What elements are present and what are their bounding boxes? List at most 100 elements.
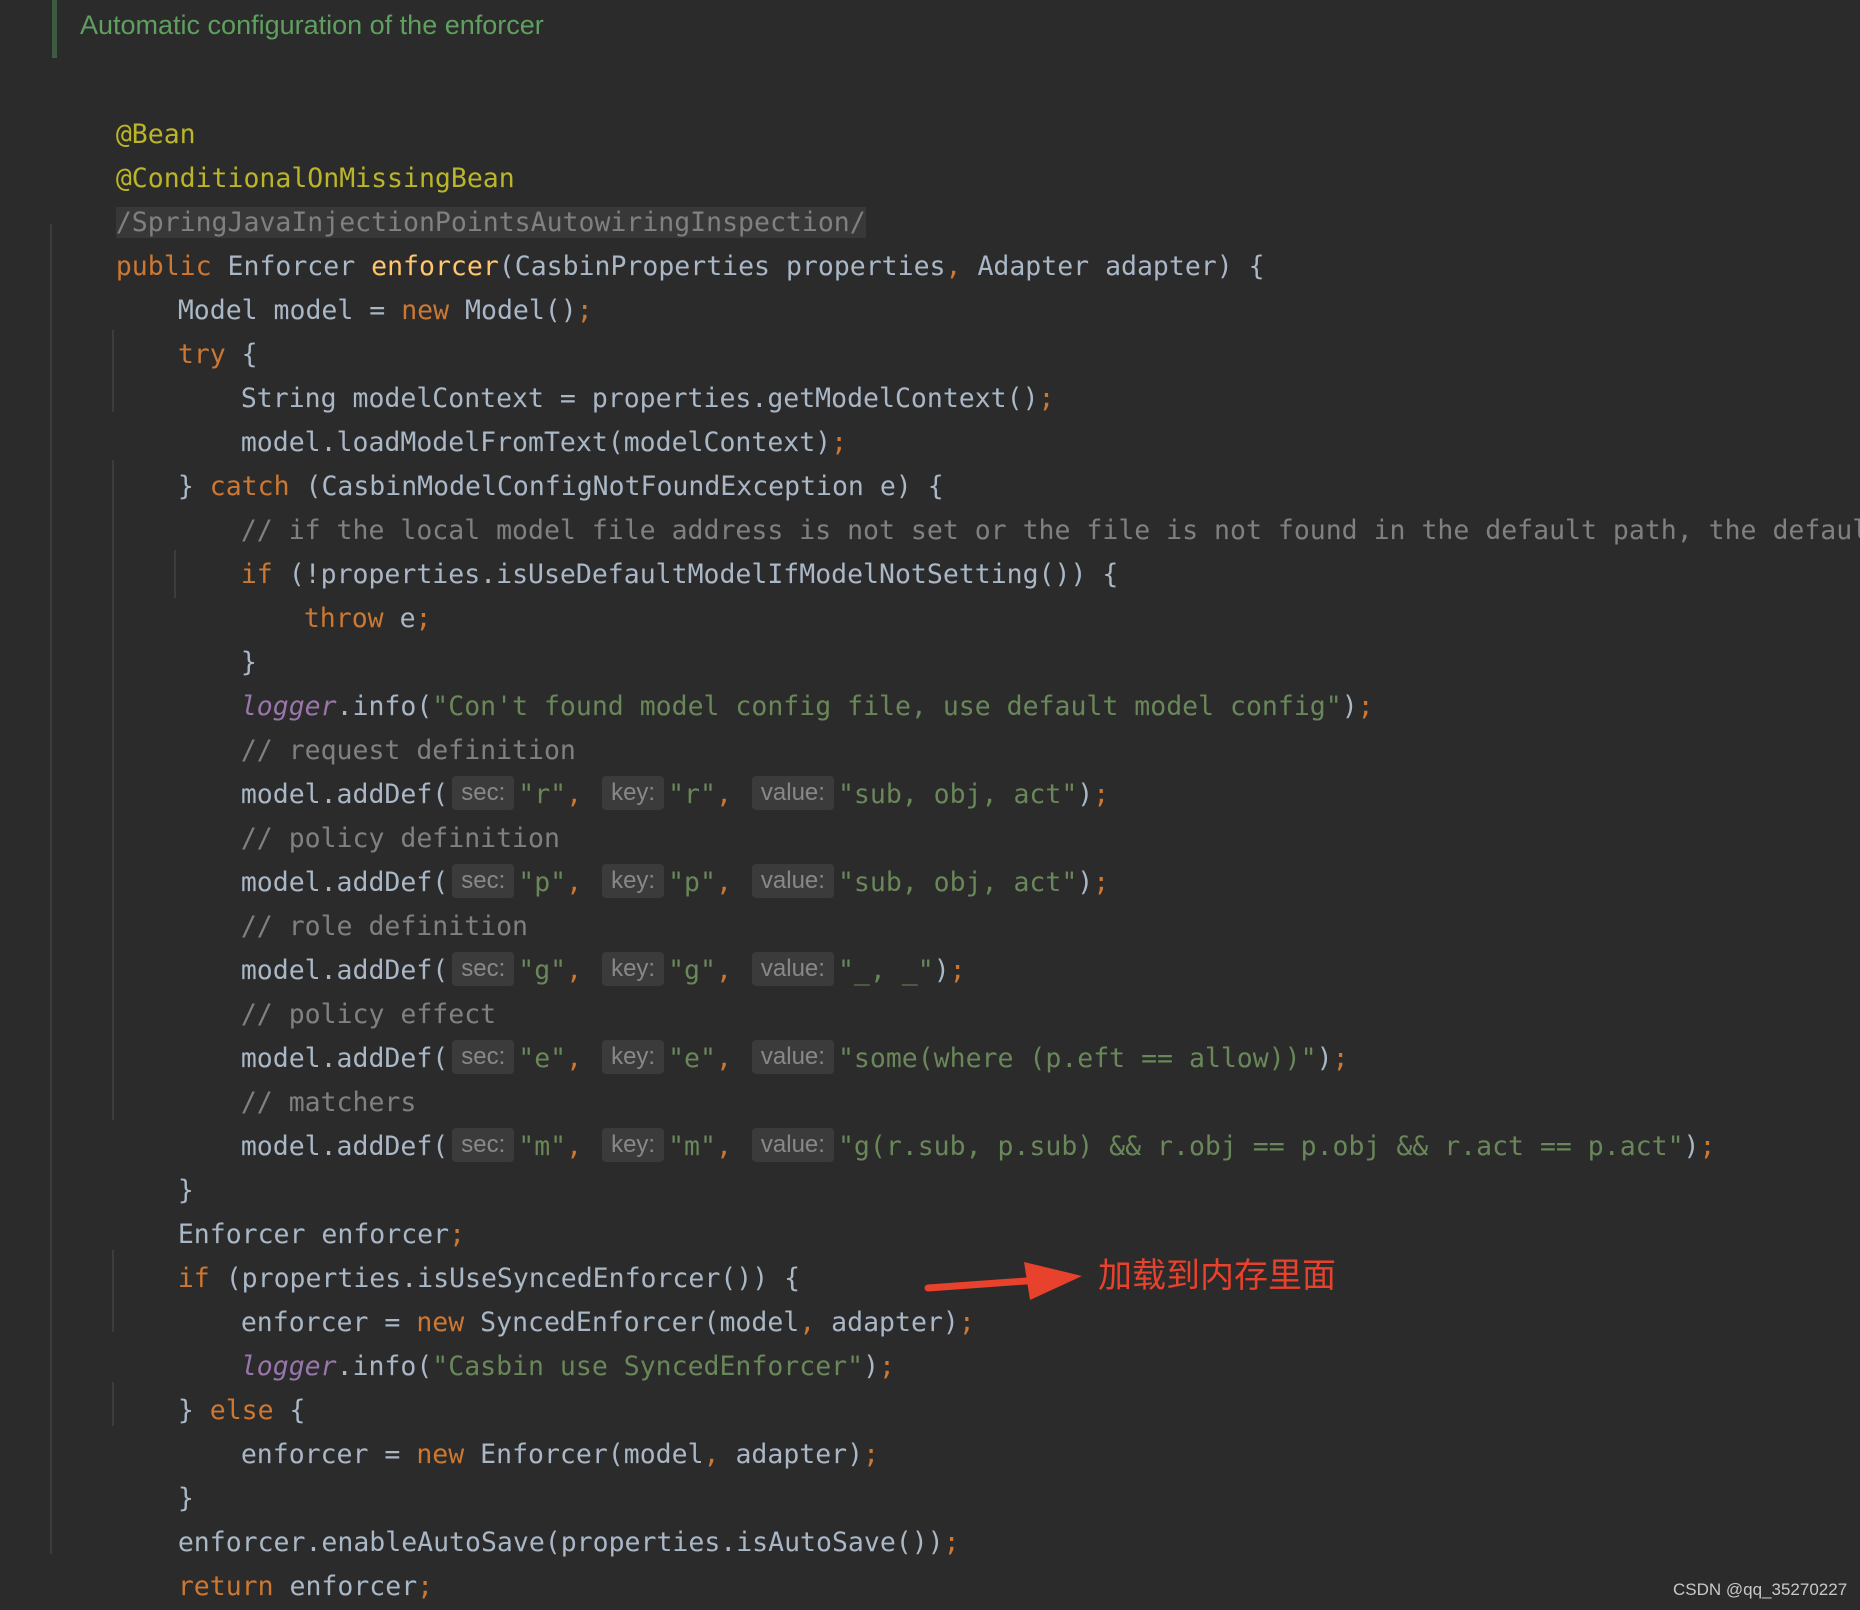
code-line: String modelContext = properties.getMode… [177, 333, 1055, 414]
code-text: enforcer = [240, 1439, 417, 1470]
doc-comment-bar [52, 0, 57, 58]
indent-guide [112, 460, 114, 1120]
code-line: enforcer = new SyncedEnforcer(model, ada… [177, 1257, 975, 1338]
code-line: model.addDef(sec: "e", key: "e", value: "so… [177, 993, 1349, 1074]
code-text: model.addDef( [240, 1131, 449, 1162]
parameter-hint: value: [751, 1040, 834, 1074]
code-line: @ConditionalOnMissingBean [52, 113, 515, 194]
code-line: model.loadModelFromText(modelContext); [177, 377, 847, 458]
punctuation: ; [863, 1439, 880, 1470]
punctuation: , [566, 1131, 583, 1162]
code-line: @Bean [52, 69, 196, 150]
punctuation: ; [1093, 779, 1110, 810]
punctuation: ; [415, 603, 432, 634]
punctuation: , [566, 779, 583, 810]
code-line: model.addDef(sec: "m", key: "m", value: "g(… [177, 1081, 1715, 1162]
parameter-hint: value: [751, 1128, 834, 1162]
code-line: // request definition [177, 685, 576, 766]
code-text: ) [1077, 779, 1094, 810]
code-line: throw e; [240, 553, 432, 634]
code-line: } [177, 597, 257, 678]
keyword: return [177, 1571, 274, 1602]
punctuation: ; [1699, 1131, 1716, 1162]
code-line: model.addDef(sec: "p", key: "p", value: "su… [177, 817, 1109, 898]
code-line: model.addDef(sec: "g", key: "g", value: "_,… [177, 905, 966, 986]
code-line: // policy definition [177, 773, 560, 854]
punctuation: , [715, 1043, 732, 1074]
code-line: Model model = new Model(); [114, 245, 593, 326]
keyword: new [416, 1439, 465, 1470]
code-line: // if the local model file address is no… [177, 465, 1860, 546]
code-line: } [52, 1565, 132, 1609]
code-line: // matchers [177, 1037, 417, 1118]
code-text: adapter) [719, 1439, 864, 1470]
string-literal: "m" [668, 1131, 716, 1162]
code-text: Model() [449, 295, 577, 326]
code-line: } [114, 1433, 194, 1514]
code-line: try { [114, 289, 258, 370]
red-arrow-icon [924, 1262, 1082, 1300]
parameter-hint: key: [602, 1128, 665, 1162]
parameter-hint: key: [602, 776, 665, 810]
string-literal: "p" [668, 867, 716, 898]
punctuation: , [703, 1439, 720, 1470]
code-line: /SpringJavaInjectionPointsAutowiringInsp… [52, 157, 866, 238]
code-text: ) [863, 1351, 880, 1382]
code-line: enforcer = new Enforcer(model, adapter); [177, 1389, 879, 1470]
punctuation: ; [1093, 867, 1110, 898]
punctuation: ; [879, 1351, 896, 1382]
string-literal: "_, _" [837, 955, 934, 986]
code-line: model.addDef(sec: "r", key: "r", value: "su… [177, 729, 1109, 810]
punctuation: ; [943, 1527, 960, 1558]
string-literal: "Casbin use SyncedEnforcer" [432, 1351, 864, 1382]
punctuation: , [566, 1043, 583, 1074]
indent-guide [174, 550, 176, 598]
punctuation: , [715, 955, 732, 986]
parameter-hint: value: [751, 776, 834, 810]
string-literal: "sub, obj, act" [837, 867, 1078, 898]
punctuation: ; [949, 955, 966, 986]
parameter-hint: sec: [452, 1128, 515, 1162]
code-line: if (properties.isUseSyncedEnforcer()) { [114, 1213, 800, 1294]
code-text: ) [1341, 691, 1358, 722]
code-line: logger.info("Casbin use SyncedEnforcer")… [177, 1301, 895, 1382]
punctuation: ; [417, 1571, 434, 1602]
code-line: // policy effect [177, 949, 496, 1030]
punctuation: ; [1357, 691, 1374, 722]
punctuation: ; [1038, 383, 1055, 414]
code-line: public Enforcer enforcer(CasbinPropertie… [52, 201, 1265, 282]
parameter-hint: sec: [452, 1040, 515, 1074]
code-line: // role definition [177, 861, 528, 942]
punctuation: , [945, 251, 962, 282]
code-text: enforcer [273, 1571, 418, 1602]
code-text: Adapter adapter) { [961, 251, 1265, 282]
code-line: if (!properties.isUseDefaultModelIfModel… [177, 509, 1119, 590]
punctuation: , [566, 955, 583, 986]
parameter-hint: key: [602, 864, 665, 898]
parameter-hint: value: [751, 864, 834, 898]
keyword: throw [303, 603, 384, 634]
code-line: logger.info("Con't found model config fi… [177, 641, 1374, 722]
string-literal: "sub, obj, act" [837, 779, 1078, 810]
punctuation: , [715, 1131, 732, 1162]
code-line: Enforcer enforcer; [114, 1169, 465, 1250]
punctuation: ; [958, 1307, 975, 1338]
parameter-hint: key: [602, 1040, 665, 1074]
watermark: CSDN @qq_35270227 [1673, 1580, 1848, 1599]
code-text: ) [1683, 1131, 1700, 1162]
annotation-label: 加载到内存里面 [1098, 1256, 1336, 1296]
punctuation: , [715, 779, 732, 810]
punctuation: , [715, 867, 732, 898]
string-literal: "m" [518, 1131, 567, 1162]
punctuation: ; [1332, 1043, 1349, 1074]
doc-comment: Automatic configuration of the enforcer [80, 10, 544, 40]
string-literal: "e" [668, 1043, 716, 1074]
string-literal: "e" [518, 1043, 567, 1074]
code-text: ) [1316, 1043, 1333, 1074]
code-line: } catch (CasbinModelConfigNotFoundExcept… [114, 421, 944, 502]
code-line: } else { [114, 1345, 306, 1426]
code-line: } [114, 1125, 194, 1206]
punctuation: , [566, 867, 583, 898]
parameter-hint: value: [751, 952, 834, 986]
code-text: e [383, 603, 416, 634]
